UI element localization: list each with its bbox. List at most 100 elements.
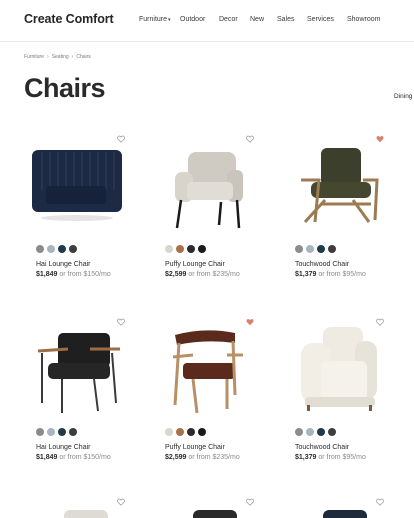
- color-swatch[interactable]: [58, 428, 66, 436]
- nav-item-new[interactable]: New: [250, 16, 264, 23]
- price-value: $1,379: [295, 454, 317, 461]
- product-name[interactable]: Puffy Lounge Chair: [165, 261, 225, 268]
- nav-item-outdoor[interactable]: Outdoor: [180, 16, 205, 23]
- product-image-peek[interactable]: [193, 510, 237, 518]
- color-swatches: [295, 428, 336, 436]
- product-card[interactable]: Hai Lounge Chair $1,849 or from $150/mo: [24, 130, 129, 290]
- heart-filled-icon[interactable]: [246, 313, 254, 326]
- color-swatches: [36, 428, 77, 436]
- product-image-peek[interactable]: [64, 510, 108, 518]
- nav-item-showroom[interactable]: Showroom: [347, 16, 380, 23]
- financing-text: or from $235/mo: [188, 271, 240, 278]
- breadcrumb-item-furniture[interactable]: Furniture: [24, 54, 44, 60]
- breadcrumb-separator: ›: [71, 54, 74, 60]
- product-name[interactable]: Touchwood Chair: [295, 261, 349, 268]
- product-card[interactable]: Touchwood Chair $1,379 or from $95/mo: [283, 130, 388, 290]
- color-swatch[interactable]: [58, 245, 66, 253]
- nav-item-label: Decor: [219, 16, 238, 23]
- breadcrumb: Furniture › Seating › Chairs: [24, 54, 91, 60]
- product-price: $1,849 or from $150/mo: [36, 454, 111, 461]
- white-slipcover-chair-icon[interactable]: [283, 313, 388, 423]
- color-swatch[interactable]: [198, 245, 206, 253]
- financing-text: or from $95/mo: [318, 454, 366, 461]
- nav-item-label: Sales: [277, 16, 295, 23]
- financing-text: or from $235/mo: [188, 454, 240, 461]
- navy-velvet-swivel-chair-icon[interactable]: [24, 130, 129, 240]
- product-card[interactable]: Hai Lounge Chair $1,849 or from $150/mo: [24, 313, 129, 473]
- product-name[interactable]: Touchwood Chair: [295, 444, 349, 451]
- price-value: $1,849: [36, 454, 58, 461]
- product-name[interactable]: Hai Lounge Chair: [36, 444, 90, 451]
- product-price: $1,379 or from $95/mo: [295, 271, 366, 278]
- price-value: $2,599: [165, 271, 187, 278]
- heart-icon[interactable]: [117, 313, 125, 326]
- color-swatch[interactable]: [176, 245, 184, 253]
- product-card[interactable]: Puffy Lounge Chair $2,599 or from $235/mo: [153, 130, 258, 290]
- financing-text: or from $150/mo: [59, 271, 111, 278]
- product-card[interactable]: Puffy Lounge Chair $2,599 or from $235/mo: [153, 313, 258, 473]
- nav-item-label: Furniture: [139, 16, 168, 23]
- color-swatches: [165, 245, 206, 253]
- nav-item-sales[interactable]: Sales: [277, 16, 295, 23]
- heart-icon[interactable]: [376, 313, 384, 326]
- price-value: $1,849: [36, 271, 58, 278]
- product-price: $2,599 or from $235/mo: [165, 271, 240, 278]
- nav-item-label: Outdoor: [180, 16, 206, 23]
- color-swatch[interactable]: [69, 245, 77, 253]
- color-swatch[interactable]: [165, 245, 173, 253]
- filter-tab-dining[interactable]: Dining: [394, 93, 412, 100]
- color-swatches: [165, 428, 206, 436]
- heart-icon[interactable]: [117, 493, 125, 511]
- color-swatch[interactable]: [69, 428, 77, 436]
- color-swatch[interactable]: [187, 245, 195, 253]
- color-swatches: [295, 245, 336, 253]
- product-name[interactable]: Hai Lounge Chair: [36, 261, 90, 268]
- color-swatch[interactable]: [176, 428, 184, 436]
- color-swatch[interactable]: [295, 245, 303, 253]
- price-value: $2,599: [165, 454, 187, 461]
- breadcrumb-separator: ›: [47, 54, 49, 60]
- price-value: $1,379: [295, 271, 317, 278]
- color-swatch[interactable]: [317, 428, 325, 436]
- color-swatch[interactable]: [36, 245, 44, 253]
- financing-text: or from $95/mo: [318, 271, 366, 278]
- heart-icon[interactable]: [246, 493, 254, 511]
- brown-leather-wood-chair-icon[interactable]: [153, 313, 258, 423]
- color-swatch[interactable]: [187, 428, 195, 436]
- product-card[interactable]: Touchwood Chair $1,379 or from $95/mo: [283, 313, 388, 473]
- olive-leather-wood-chair-icon[interactable]: [283, 130, 388, 240]
- financing-text: or from $150/mo: [59, 454, 111, 461]
- breadcrumb-item-seating[interactable]: Seating: [52, 54, 69, 60]
- breadcrumb-item-chairs[interactable]: Chairs: [76, 54, 90, 60]
- color-swatches: [36, 245, 77, 253]
- nav-item-decor[interactable]: Decor: [219, 16, 238, 23]
- color-swatch[interactable]: [47, 428, 55, 436]
- color-swatch[interactable]: [306, 245, 314, 253]
- heart-filled-icon[interactable]: [376, 130, 384, 143]
- color-swatch[interactable]: [295, 428, 303, 436]
- color-swatch[interactable]: [47, 245, 55, 253]
- product-image-peek[interactable]: [323, 510, 367, 518]
- gray-boucle-lounge-chair-icon[interactable]: [153, 130, 258, 240]
- heart-icon[interactable]: [117, 130, 125, 143]
- color-swatch[interactable]: [306, 428, 314, 436]
- heart-icon[interactable]: [246, 130, 254, 143]
- nav-item-furniture[interactable]: Furniture ▾: [139, 16, 171, 23]
- color-swatch[interactable]: [36, 428, 44, 436]
- heart-icon[interactable]: [376, 493, 384, 511]
- color-swatch[interactable]: [328, 428, 336, 436]
- color-swatch[interactable]: [317, 245, 325, 253]
- nav-item-label: Services: [307, 16, 334, 23]
- nav-item-label: New: [250, 16, 265, 23]
- page-title: Chairs: [24, 73, 106, 103]
- nav-item-label: Showroom: [347, 16, 381, 23]
- product-price: $2,599 or from $235/mo: [165, 454, 240, 461]
- brand-logo[interactable]: Create Comfort: [24, 12, 114, 26]
- black-leather-iron-chair-icon[interactable]: [24, 313, 129, 423]
- nav-item-services[interactable]: Services: [307, 16, 334, 23]
- product-price: $1,849 or from $150/mo: [36, 271, 111, 278]
- color-swatch[interactable]: [198, 428, 206, 436]
- color-swatch[interactable]: [165, 428, 173, 436]
- product-name[interactable]: Puffy Lounge Chair: [165, 444, 225, 451]
- color-swatch[interactable]: [328, 245, 336, 253]
